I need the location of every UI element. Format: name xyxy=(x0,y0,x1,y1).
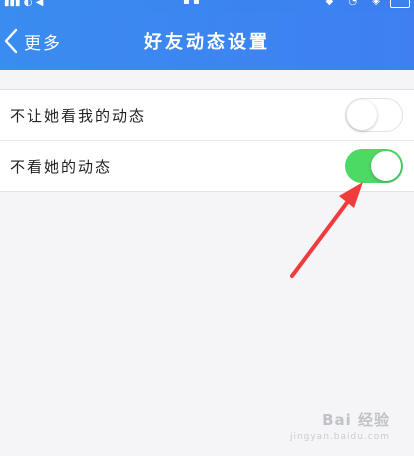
setting-label: 不看她的动态 xyxy=(10,157,113,176)
toggle-knob xyxy=(347,99,377,130)
status-time-fragment: ▪ ▪ xyxy=(183,0,200,7)
status-bar: ▮▮▮ ◐ ◀ ▪ ▪ ◆ ◔ ◈ xyxy=(0,0,414,12)
setting-row-hide-my-feed: 不让她看我的动态 xyxy=(0,90,414,140)
signal-icon: ▮▮▮ ◐ ◀ xyxy=(4,0,44,8)
setting-row-hide-her-feed: 不看她的动态 xyxy=(0,140,414,191)
watermark-logo: Bai 经验 jingyan.baidu.com xyxy=(290,409,390,442)
nav-bar: 更多 好友动态设置 xyxy=(0,12,414,70)
toggle-knob xyxy=(371,151,401,181)
toggle-switch-hide-my-feed[interactable] xyxy=(345,98,403,132)
watermark-url: jingyan.baidu.com xyxy=(289,432,390,442)
watermark-brand: Bai 经验 xyxy=(322,411,390,429)
setting-label: 不让她看我的动态 xyxy=(10,106,147,125)
settings-list: 不让她看我的动态 不看她的动态 xyxy=(0,89,414,192)
status-icons: ◆ ◔ ◈ xyxy=(325,0,386,7)
battery-icon xyxy=(390,0,410,8)
page-title: 好友动态设置 xyxy=(144,32,270,53)
toggle-switch-hide-her-feed[interactable] xyxy=(345,149,403,183)
